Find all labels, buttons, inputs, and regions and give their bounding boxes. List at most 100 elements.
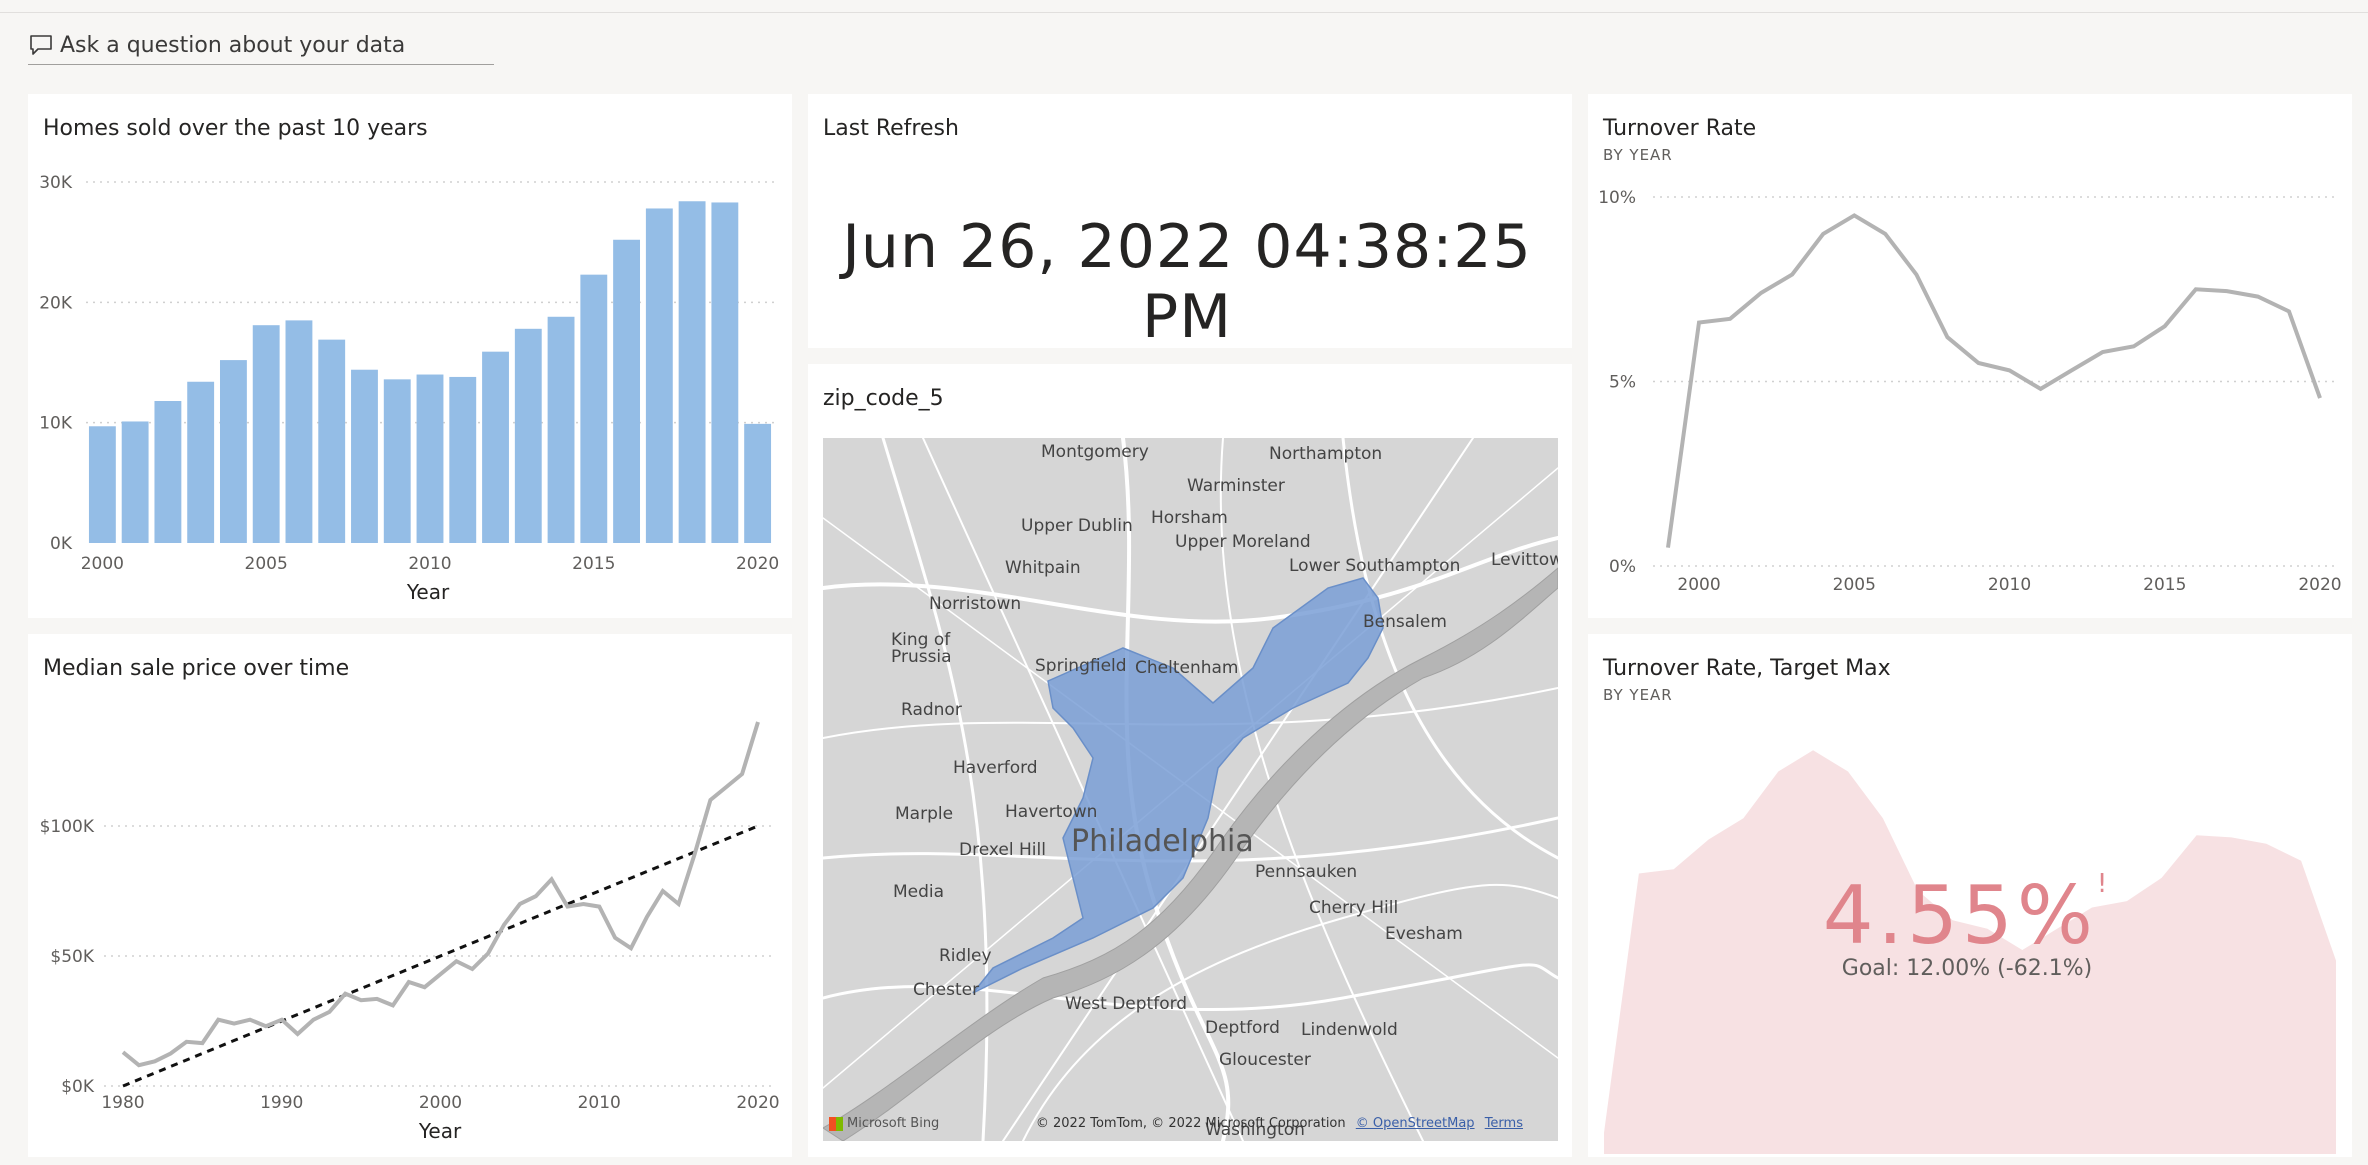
chat-bubble-icon (28, 32, 60, 58)
bar[interactable] (645, 208, 673, 543)
series-line (121, 721, 760, 1068)
bar[interactable] (88, 426, 116, 543)
x-tick-label: 2000 (419, 1093, 462, 1113)
map-place-label: Cheltenham (1135, 658, 1239, 678)
bar[interactable] (318, 339, 346, 543)
x-tick-label: 2015 (2143, 575, 2186, 595)
bar[interactable] (514, 328, 542, 543)
x-tick-label: 2020 (736, 554, 779, 574)
x-tick-label: 2000 (1677, 575, 1720, 595)
bing-logo: Microsoft Bing (829, 1116, 939, 1131)
bar[interactable] (383, 379, 411, 543)
map-place-label: West Deptford (1065, 994, 1188, 1014)
map-place-label: Bensalem (1363, 612, 1447, 632)
x-tick-label: 2010 (1988, 575, 2031, 595)
bar[interactable] (678, 201, 706, 543)
bar[interactable] (187, 381, 215, 543)
bar[interactable] (219, 360, 247, 543)
tile-homes-sold[interactable]: Homes sold over the past 10 years 30K 20… (28, 94, 792, 618)
bar[interactable] (744, 423, 772, 543)
map-place-label: Haverford (953, 758, 1038, 778)
map-place-label: Montgomery (1041, 442, 1149, 462)
map-place-label: Cherry Hill (1309, 898, 1399, 918)
map-place-label: Northampton (1269, 444, 1383, 464)
bar[interactable] (613, 239, 641, 543)
map-place-label: Levittow (1491, 550, 1558, 570)
map-place-label: Havertown (1005, 802, 1098, 822)
bar[interactable] (351, 369, 378, 543)
kpi-value: 4.55%! (1588, 869, 2346, 962)
map-attribution: © 2022 TomTom, © 2022 Microsoft Corporat… (1036, 1116, 1523, 1131)
bar[interactable] (449, 376, 477, 543)
attribution-text: © 2022 TomTom, © 2022 Microsoft Corporat… (1035, 1116, 1346, 1131)
y-tick-label: 10% (1598, 188, 1636, 208)
qa-question-box[interactable]: Ask a question about your data (28, 26, 494, 65)
map-view[interactable]: Montgomery Northampton Warminster Horsha… (823, 438, 1558, 1141)
tile-map-zip-code[interactable]: zip_code_5 Montgomery Northampton Warmin… (808, 364, 1572, 1157)
x-tick-label: 2010 (408, 554, 451, 574)
map-place-label: Springfield (1035, 656, 1127, 676)
x-tick-label: 2000 (81, 554, 124, 574)
bing-text: Microsoft Bing (847, 1116, 940, 1131)
map-place-label: Horsham (1151, 508, 1228, 528)
tile-turnover-rate[interactable]: Turnover Rate BY YEAR 10% 5% 0% 2000 200… (1588, 94, 2352, 618)
x-tick-label: 1990 (260, 1093, 303, 1113)
x-tick-label: 1980 (101, 1093, 144, 1113)
bar[interactable] (154, 401, 182, 543)
line-chart: 10% 5% 0% 2000 2005 2010 2015 2020 (1598, 188, 2341, 595)
map-place-label: Media (893, 882, 945, 902)
y-tick-label: $50K (50, 947, 94, 967)
map-place-label: King of Prussia (891, 630, 952, 667)
x-axis-title: Year (406, 580, 450, 604)
tile-turnover-target-max[interactable]: Turnover Rate, Target Max BY YEAR 4.55%!… (1588, 634, 2352, 1157)
bar[interactable] (252, 325, 280, 543)
kpi-alert-icon: ! (2096, 869, 2112, 899)
map-place-label: Whitpain (1005, 558, 1081, 578)
y-tick-label: 20K (39, 293, 73, 313)
y-tick-label: $0K (61, 1077, 95, 1097)
map-place-label: Lindenwold (1301, 1020, 1398, 1040)
top-bar (0, 0, 2368, 13)
x-axis-title: Year (418, 1119, 462, 1143)
map-place-label: Upper Moreland (1175, 532, 1311, 552)
map-place-label: Marple (895, 804, 954, 824)
map-place-label: Gloucester (1219, 1050, 1311, 1070)
bar[interactable] (416, 374, 444, 543)
map-place-label: Upper Dublin (1021, 516, 1133, 536)
map-city-label: Philadelphia (1071, 824, 1254, 859)
x-tick-label: 2005 (1833, 575, 1876, 595)
bar[interactable] (121, 421, 149, 543)
map-place-label: Warminster (1187, 476, 1285, 496)
y-tick-label: $100K (40, 817, 95, 837)
map-place-label: Chester (913, 980, 980, 1000)
bar[interactable] (547, 316, 575, 543)
map-place-label: Norristown (929, 594, 1022, 614)
tile-last-refresh[interactable]: Last Refresh Jun 26, 2022 04:38:25 PM (808, 94, 1572, 352)
x-tick-label: 2010 (578, 1093, 621, 1113)
y-tick-label: 0K (50, 534, 73, 554)
x-tick-label: 2015 (572, 554, 615, 574)
qa-placeholder: Ask a question about your data (60, 32, 406, 58)
map-place-label: Lower Southampton (1289, 556, 1461, 576)
bar[interactable] (580, 274, 608, 543)
x-tick-label: 2005 (245, 554, 288, 574)
kpi-goal: Goal: 12.00% (-62.1%) (1841, 956, 2093, 981)
y-tick-label: 10K (39, 414, 73, 434)
x-tick-label: 2020 (736, 1093, 779, 1113)
y-tick-label: 5% (1609, 373, 1636, 393)
line-chart: $100K $50K $0K 1980 1990 2000 2010 2020 … (40, 721, 780, 1143)
map-place-label: Deptford (1205, 1018, 1280, 1038)
map-place-label: Evesham (1385, 924, 1463, 944)
osm-link[interactable]: © OpenStreetMap (1356, 1116, 1475, 1131)
bar[interactable] (711, 202, 739, 543)
map-place-label: Ridley (939, 946, 992, 966)
bar[interactable] (285, 320, 313, 543)
map-place-label: Pennsauken (1255, 862, 1358, 882)
tile-median-sale-price[interactable]: Median sale price over time $100K $50K $… (28, 634, 792, 1157)
tile-title: zip_code_5 (823, 386, 944, 411)
tile-title: Last Refresh (823, 116, 959, 141)
trend-line (122, 824, 759, 1088)
kpi-number: 4.55% (1822, 869, 2097, 962)
bar[interactable] (482, 351, 509, 543)
terms-link[interactable]: Terms (1485, 1116, 1523, 1131)
